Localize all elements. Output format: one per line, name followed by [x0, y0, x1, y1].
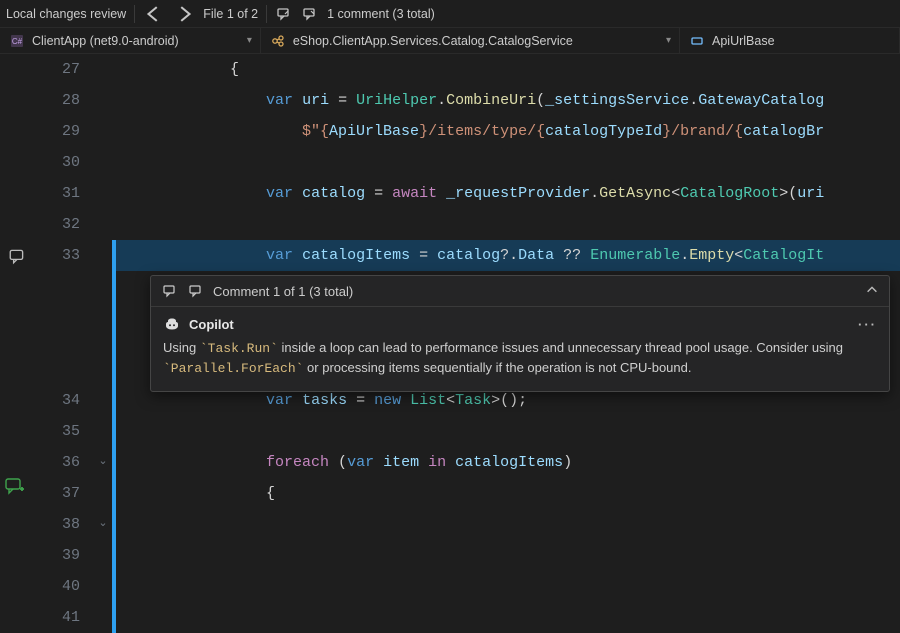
comment-body: Copilot ··· Using `Task.Run` inside a lo… [151, 307, 889, 391]
next-comment-icon[interactable] [301, 5, 319, 23]
class-name: eShop.ClientApp.Services.Catalog.Catalog… [293, 34, 573, 48]
comment-counter: Comment 1 of 1 (3 total) [213, 284, 353, 299]
code-editor[interactable]: 27 28 29 30 31 32 33 34 35 36 37 38 39 4… [0, 54, 900, 503]
line-number-gutter: 27 28 29 30 31 32 33 34 35 36 37 38 39 4… [34, 54, 94, 503]
field-icon [688, 32, 706, 50]
code-line[interactable] [116, 147, 900, 178]
svg-text:C#: C# [12, 37, 23, 46]
prev-file-button[interactable] [143, 3, 165, 25]
class-dropdown[interactable]: eShop.ClientApp.Services.Catalog.Catalog… [261, 28, 680, 53]
comment-author: Copilot [189, 317, 234, 332]
fold-gutter: ⌄ ⌄ [94, 54, 112, 503]
project-name: ClientApp (net9.0-android) [32, 34, 179, 48]
chevron-down-icon: ▾ [666, 35, 671, 46]
line-comment-indicator[interactable] [0, 240, 34, 271]
class-icon [269, 32, 287, 50]
code-line-highlighted[interactable]: var catalogItems = catalog?.Data ?? Enum… [116, 240, 900, 271]
comment-gutter [0, 54, 34, 503]
fold-toggle[interactable]: ⌄ [94, 447, 112, 478]
member-name: ApiUrlBase [712, 34, 775, 48]
comment-popup-slot: Comment 1 of 1 (3 total) Copilot ··· [116, 271, 900, 385]
add-comment-button[interactable] [0, 475, 30, 499]
next-comment-icon[interactable] [187, 282, 205, 300]
code-line[interactable]: { [116, 54, 900, 85]
project-dropdown[interactable]: C# ClientApp (net9.0-android) ▾ [0, 28, 261, 53]
fold-toggle[interactable]: ⌄ [94, 509, 112, 540]
review-comment-popup: Comment 1 of 1 (3 total) Copilot ··· [150, 275, 890, 392]
chevron-down-icon: ▾ [247, 35, 252, 46]
member-dropdown[interactable]: ApiUrlBase [680, 28, 900, 53]
code-line[interactable]: var uri = UriHelper.CombineUri(_settings… [116, 85, 900, 116]
code-line[interactable] [116, 209, 900, 240]
csharp-project-icon: C# [8, 32, 26, 50]
code-line[interactable]: { [116, 478, 900, 503]
review-toolbar: Local changes review File 1 of 2 1 comme… [0, 0, 900, 28]
review-title: Local changes review [6, 7, 126, 21]
code-line[interactable] [116, 416, 900, 447]
separator [266, 5, 267, 23]
code-content[interactable]: { var uri = UriHelper.CombineUri(_settin… [116, 54, 900, 503]
file-position-label: File 1 of 2 [203, 7, 258, 21]
next-file-button[interactable] [173, 3, 195, 25]
breadcrumb-bar: C# ClientApp (net9.0-android) ▾ eShop.Cl… [0, 28, 900, 54]
comment-popup-header: Comment 1 of 1 (3 total) [151, 276, 889, 307]
comment-text: Using `Task.Run` inside a loop can lead … [163, 339, 877, 379]
comment-more-menu[interactable]: ··· [858, 317, 877, 332]
prev-comment-icon[interactable] [161, 282, 179, 300]
code-line[interactable]: $"{ApiUrlBase}/items/type/{catalogTypeId… [116, 116, 900, 147]
code-line[interactable]: foreach (var item in catalogItems) [116, 447, 900, 478]
code-line[interactable]: var catalog = await _requestProvider.Get… [116, 178, 900, 209]
comment-summary-label: 1 comment (3 total) [327, 7, 435, 21]
prev-comment-icon[interactable] [275, 5, 293, 23]
copilot-icon [163, 315, 181, 333]
separator [134, 5, 135, 23]
collapse-comment-button[interactable] [865, 283, 879, 300]
